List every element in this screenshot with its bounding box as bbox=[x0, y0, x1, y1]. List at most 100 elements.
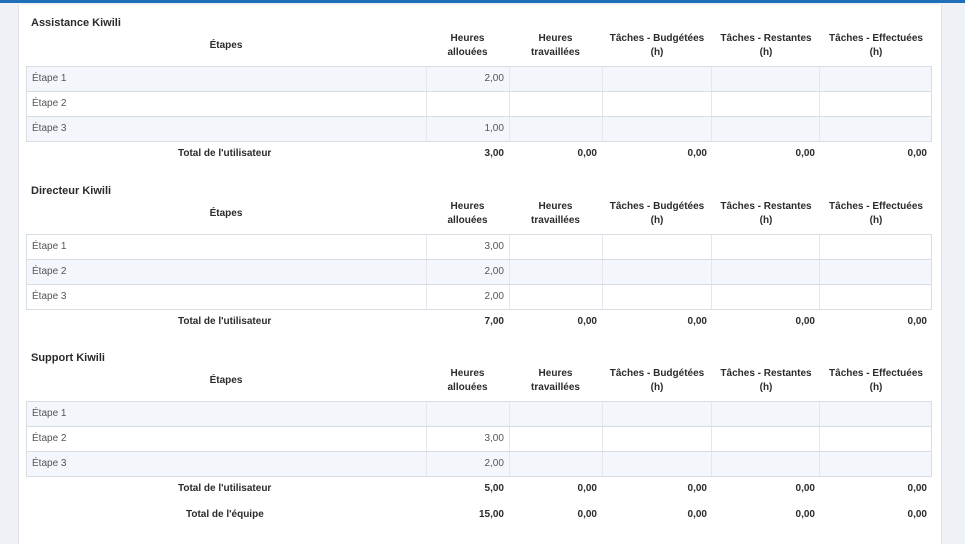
total-label: Total de l'utilisateur bbox=[178, 316, 272, 327]
cell-heures-allouees bbox=[426, 402, 509, 426]
total-heures-travaillees: 0,00 bbox=[577, 148, 597, 159]
header-taches-effectuees: Tâches - Effectuées (h) bbox=[829, 368, 923, 393]
section-title: Support Kiwili bbox=[31, 352, 105, 364]
team-total-taches-budgetees: 0,00 bbox=[687, 509, 707, 520]
cell-taches-budgetees bbox=[601, 452, 712, 476]
cell-taches-effectuees bbox=[819, 260, 931, 284]
total-taches-budgetees: 0,00 bbox=[687, 483, 707, 494]
cell-taches-effectuees bbox=[819, 117, 931, 141]
header-taches-restantes: Tâches - Restantes (h) bbox=[720, 33, 812, 58]
cell-taches-budgetees bbox=[601, 235, 712, 259]
team-total-taches-effectuees: 0,00 bbox=[907, 509, 927, 520]
table-header: Étapes Heures allouées Heures travaillée… bbox=[26, 200, 932, 234]
cell-taches-restantes bbox=[711, 117, 819, 141]
user-section: Assistance Kiwili Étapes Heures allouées… bbox=[26, 14, 932, 166]
header-heures-allouees: Heures allouées bbox=[447, 201, 488, 226]
total-taches-restantes: 0,00 bbox=[795, 316, 815, 327]
header-heures-allouees: Heures allouées bbox=[447, 368, 488, 393]
cell-heures-allouees bbox=[426, 92, 509, 116]
table-row: Étape 2 2,00 bbox=[27, 259, 931, 284]
total-heures-allouees: 5,00 bbox=[484, 483, 504, 494]
team-total-heures-travaillees: 0,00 bbox=[577, 509, 597, 520]
cell-etape: Étape 2 bbox=[32, 266, 67, 277]
team-total-row: Total de l'équipe 15,00 0,00 0,00 0,00 0… bbox=[26, 503, 932, 527]
cell-heures-travaillees bbox=[508, 452, 602, 476]
cell-taches-budgetees bbox=[601, 427, 712, 451]
total-taches-effectuees: 0,00 bbox=[907, 483, 927, 494]
header-heures-travaillees: Heures travaillées bbox=[531, 33, 580, 58]
cell-taches-budgetees bbox=[601, 402, 712, 426]
table-row: Étape 3 2,00 bbox=[27, 284, 931, 309]
total-taches-budgetees: 0,00 bbox=[687, 148, 707, 159]
total-heures-travaillees: 0,00 bbox=[577, 483, 597, 494]
cell-taches-restantes bbox=[711, 427, 819, 451]
cell-heures-allouees: 3,00 bbox=[426, 235, 509, 259]
header-taches-restantes: Tâches - Restantes (h) bbox=[720, 201, 812, 226]
cell-taches-budgetees bbox=[601, 92, 712, 116]
cell-etape: Étape 1 bbox=[32, 73, 67, 84]
section-title: Assistance Kiwili bbox=[31, 17, 121, 29]
header-taches-budgetees: Tâches - Budgétées (h) bbox=[609, 33, 705, 58]
user-total-row: Total de l'utilisateur 5,00 0,00 0,00 0,… bbox=[26, 477, 932, 501]
report-panel: Assistance Kiwili Étapes Heures allouées… bbox=[18, 5, 942, 544]
header-taches-effectuees: Tâches - Effectuées (h) bbox=[829, 33, 923, 58]
team-total-taches-restantes: 0,00 bbox=[795, 509, 815, 520]
header-taches-restantes: Tâches - Restantes (h) bbox=[720, 368, 812, 393]
header-etapes: Étapes bbox=[209, 208, 243, 219]
cell-heures-travaillees bbox=[508, 427, 602, 451]
header-etapes: Étapes bbox=[209, 40, 243, 51]
cell-taches-effectuees bbox=[819, 452, 931, 476]
table-body: Étape 1 Étape 2 3,00 Étape 3 2,00 bbox=[26, 401, 932, 477]
cell-heures-allouees: 2,00 bbox=[426, 67, 509, 91]
header-heures-allouees: Heures allouées bbox=[447, 33, 488, 58]
cell-etape: Étape 3 bbox=[32, 458, 67, 469]
table-row: Étape 2 bbox=[27, 91, 931, 116]
cell-taches-restantes bbox=[711, 235, 819, 259]
cell-taches-budgetees bbox=[601, 67, 712, 91]
cell-taches-budgetees bbox=[601, 260, 712, 284]
total-heures-allouees: 3,00 bbox=[484, 148, 504, 159]
total-taches-restantes: 0,00 bbox=[795, 483, 815, 494]
cell-taches-effectuees bbox=[819, 235, 931, 259]
total-taches-budgetees: 0,00 bbox=[687, 316, 707, 327]
header-taches-budgetees: Tâches - Budgétées (h) bbox=[609, 201, 705, 226]
cell-taches-restantes bbox=[711, 92, 819, 116]
table-row: Étape 2 3,00 bbox=[27, 426, 931, 451]
cell-heures-allouees: 2,00 bbox=[426, 452, 509, 476]
cell-etape: Étape 3 bbox=[32, 123, 67, 134]
section-title: Directeur Kiwili bbox=[31, 185, 112, 197]
cell-taches-restantes bbox=[711, 67, 819, 91]
table-row: Étape 3 1,00 bbox=[27, 116, 931, 141]
cell-taches-effectuees bbox=[819, 285, 931, 309]
cell-etape: Étape 2 bbox=[32, 433, 67, 444]
table-row: Étape 1 3,00 bbox=[27, 235, 931, 259]
total-label: Total de l'utilisateur bbox=[178, 483, 272, 494]
cell-taches-effectuees bbox=[819, 427, 931, 451]
cell-heures-allouees: 3,00 bbox=[426, 427, 509, 451]
total-heures-allouees: 7,00 bbox=[484, 316, 504, 327]
cell-heures-travaillees bbox=[508, 92, 602, 116]
cell-taches-restantes bbox=[711, 285, 819, 309]
header-heures-travaillees: Heures travaillées bbox=[531, 201, 580, 226]
table-body: Étape 1 3,00 Étape 2 2,00 Étape 3 2,00 bbox=[26, 234, 932, 310]
user-section: Directeur Kiwili Étapes Heures allouées … bbox=[26, 182, 932, 334]
total-label: Total de l'utilisateur bbox=[178, 148, 272, 159]
cell-taches-budgetees bbox=[601, 117, 712, 141]
header-taches-budgetees: Tâches - Budgétées (h) bbox=[609, 368, 705, 393]
total-heures-travaillees: 0,00 bbox=[577, 316, 597, 327]
cell-taches-effectuees bbox=[819, 92, 931, 116]
user-total-row: Total de l'utilisateur 3,00 0,00 0,00 0,… bbox=[26, 142, 932, 166]
cell-heures-travaillees bbox=[508, 67, 602, 91]
total-taches-restantes: 0,00 bbox=[795, 148, 815, 159]
cell-heures-allouees: 2,00 bbox=[426, 260, 509, 284]
cell-heures-travaillees bbox=[508, 235, 602, 259]
cell-taches-restantes bbox=[711, 260, 819, 284]
table-header: Étapes Heures allouées Heures travaillée… bbox=[26, 32, 932, 66]
user-section: Support Kiwili Étapes Heures allouées He… bbox=[26, 349, 932, 527]
header-heures-travaillees: Heures travaillées bbox=[531, 368, 580, 393]
cell-etape: Étape 1 bbox=[32, 408, 67, 419]
cell-etape: Étape 3 bbox=[32, 291, 67, 302]
header-etapes: Étapes bbox=[209, 375, 243, 386]
cell-heures-travaillees bbox=[508, 402, 602, 426]
header-taches-effectuees: Tâches - Effectuées (h) bbox=[829, 201, 923, 226]
